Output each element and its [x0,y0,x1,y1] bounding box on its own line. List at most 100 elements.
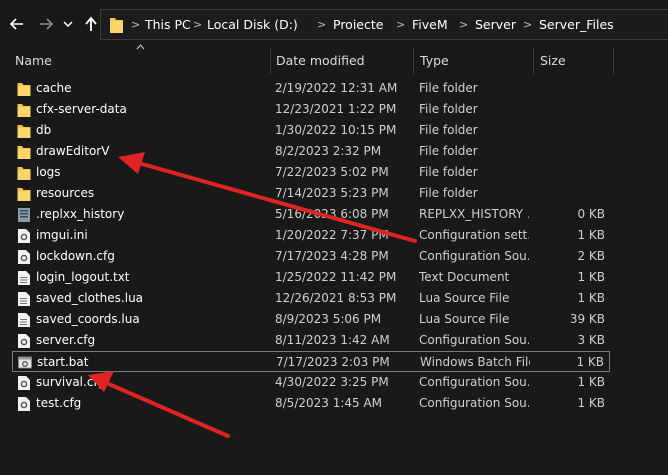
file-row[interactable]: drawEditorV 8/2/2023 2:32 PM File folder [12,141,610,162]
breadcrumb-server[interactable]: Server [475,17,516,32]
column-divider[interactable] [413,48,414,74]
file-row[interactable]: db 1/30/2022 10:15 PM File folder [12,120,610,141]
generic-file-icon [18,208,30,222]
breadcrumb-separator-icon: > [459,18,469,31]
file-size: 1 KB [577,228,605,242]
file-size: 1 KB [577,396,605,410]
file-name: cache [36,81,72,95]
back-button[interactable] [6,13,28,35]
breadcrumb-separator-icon: > [317,18,327,31]
breadcrumb-this-pc[interactable]: This PC [145,17,191,32]
file-row[interactable]: cfx-server-data 12/23/2021 1:22 PM File fo… [12,99,610,120]
file-date-modified: 8/9/2023 5:06 PM [275,312,382,326]
file-date-modified: 8/5/2023 1:45 AM [275,396,383,410]
file-type: Configuration Sou... [419,333,529,347]
file-type: File folder [419,144,478,158]
forward-button[interactable] [35,13,57,35]
file-row[interactable]: login_logout.txt 1/25/2022 11:42 PM Text D… [12,267,610,288]
breadcrumb-proiecte[interactable]: Proiecte [333,17,383,32]
file-row[interactable]: imgui.ini 1/20/2022 7:37 PM Configuration … [12,225,610,246]
breadcrumb-separator-icon: > [131,18,141,31]
file-row[interactable]: test.cfg 8/5/2023 1:45 AM Configuration So… [12,393,610,414]
folder-icon [17,104,31,117]
folder-icon [17,125,31,138]
file-name: saved_clothes.lua [36,291,144,305]
chevron-down-icon [63,21,73,28]
file-date-modified: 8/11/2023 1:42 AM [275,333,390,347]
file-name: .replxx_history [36,207,125,221]
file-date-modified: 8/2/2023 2:32 PM [275,144,382,158]
breadcrumb-server-files[interactable]: Server_Files [539,17,614,32]
navigation-bar: > This PC > Local Disk (D:) > Proiecte >… [0,0,668,48]
config-file-icon [18,334,30,348]
file-date-modified: 7/14/2023 5:23 PM [275,186,389,200]
file-name: lockdown.cfg [36,249,115,263]
file-row[interactable]: cache 2/19/2022 12:31 AM File folder [12,78,610,99]
folder-icon [110,18,123,33]
folder-icon [17,83,31,96]
file-row[interactable]: resources 7/14/2023 5:23 PM File folder [12,183,610,204]
file-name: imgui.ini [36,228,88,242]
forward-arrow-icon [40,18,54,30]
file-row[interactable]: saved_clothes.lua 12/26/2021 8:53 PM Lua S… [12,288,610,309]
file-name: saved_coords.lua [36,312,140,326]
file-type: File folder [419,165,478,179]
column-divider[interactable] [533,48,534,74]
settings-file-icon [18,229,30,243]
file-row[interactable]: server.cfg 8/11/2023 1:42 AM Configuration… [12,330,610,351]
file-name: survival.cfg [36,375,106,389]
file-row[interactable]: logs 7/22/2023 5:02 PM File folder [12,162,610,183]
file-row[interactable]: survival.cfg 4/30/2022 3:25 PM Configurati… [12,372,610,393]
text-file-icon [18,292,30,306]
folder-icon [17,188,31,201]
column-header-type[interactable]: Type [420,53,449,68]
folder-icon [17,146,31,159]
file-type: File folder [419,102,478,116]
file-type: File folder [419,81,478,95]
file-size: 39 KB [569,312,605,326]
breadcrumb-separator-icon: > [396,18,406,31]
column-divider[interactable] [270,48,271,74]
file-row[interactable]: lockdown.cfg 7/17/2023 4:28 PM Configurati… [12,246,610,267]
file-date-modified: 5/16/2023 6:08 PM [275,207,389,221]
file-type: Lua Source File [419,291,510,305]
file-name: cfx-server-data [36,102,127,116]
file-size: 2 KB [577,249,605,263]
config-file-icon [18,397,30,411]
column-header-name[interactable]: Name [15,53,52,68]
file-date-modified: 4/30/2022 3:25 PM [275,375,389,389]
file-type: Windows Batch File [420,355,530,369]
text-file-icon [18,313,30,327]
column-header-date-modified[interactable]: Date modified [276,53,365,68]
address-bar[interactable]: > This PC > Local Disk (D:) > Proiecte >… [100,9,668,40]
file-type: Lua Source File [419,312,510,326]
file-date-modified: 12/23/2021 1:22 PM [275,102,397,116]
config-file-icon [18,376,30,390]
file-name: resources [36,186,95,200]
file-name: db [36,123,52,137]
file-size: 0 KB [577,207,605,221]
file-type: Configuration Sou... [419,375,529,389]
column-divider[interactable] [613,48,614,74]
breadcrumb-local-disk[interactable]: Local Disk (D:) [207,17,298,32]
breadcrumb-separator-icon: > [523,18,533,31]
file-date-modified: 7/17/2023 4:28 PM [275,249,389,263]
file-size: 1 KB [577,375,605,389]
file-size: 1 KB [577,291,605,305]
breadcrumb-fivem[interactable]: FiveM [412,17,448,32]
file-type: Text Document [419,270,510,284]
file-type: Configuration sett... [419,228,529,242]
file-type: REPLXX_HISTORY ... [419,207,529,221]
breadcrumb-separator-icon: > [193,18,203,31]
column-header-size[interactable]: Size [540,53,566,68]
back-arrow-icon [9,18,23,30]
file-row[interactable]: .replxx_history 5/16/2023 6:08 PM REPLXX_H… [12,204,610,225]
file-date-modified: 1/20/2022 7:37 PM [275,228,389,242]
sort-ascending-icon [136,44,145,50]
file-date-modified: 1/25/2022 11:42 PM [275,270,397,284]
recent-locations-button[interactable] [60,13,76,35]
file-row[interactable]: start.bat 7/17/2023 2:03 PM Windows Batch … [12,351,610,372]
up-button[interactable] [80,13,102,35]
file-name: login_logout.txt [36,270,130,284]
file-row[interactable]: saved_coords.lua 8/9/2023 5:06 PM Lua Sour… [12,309,610,330]
